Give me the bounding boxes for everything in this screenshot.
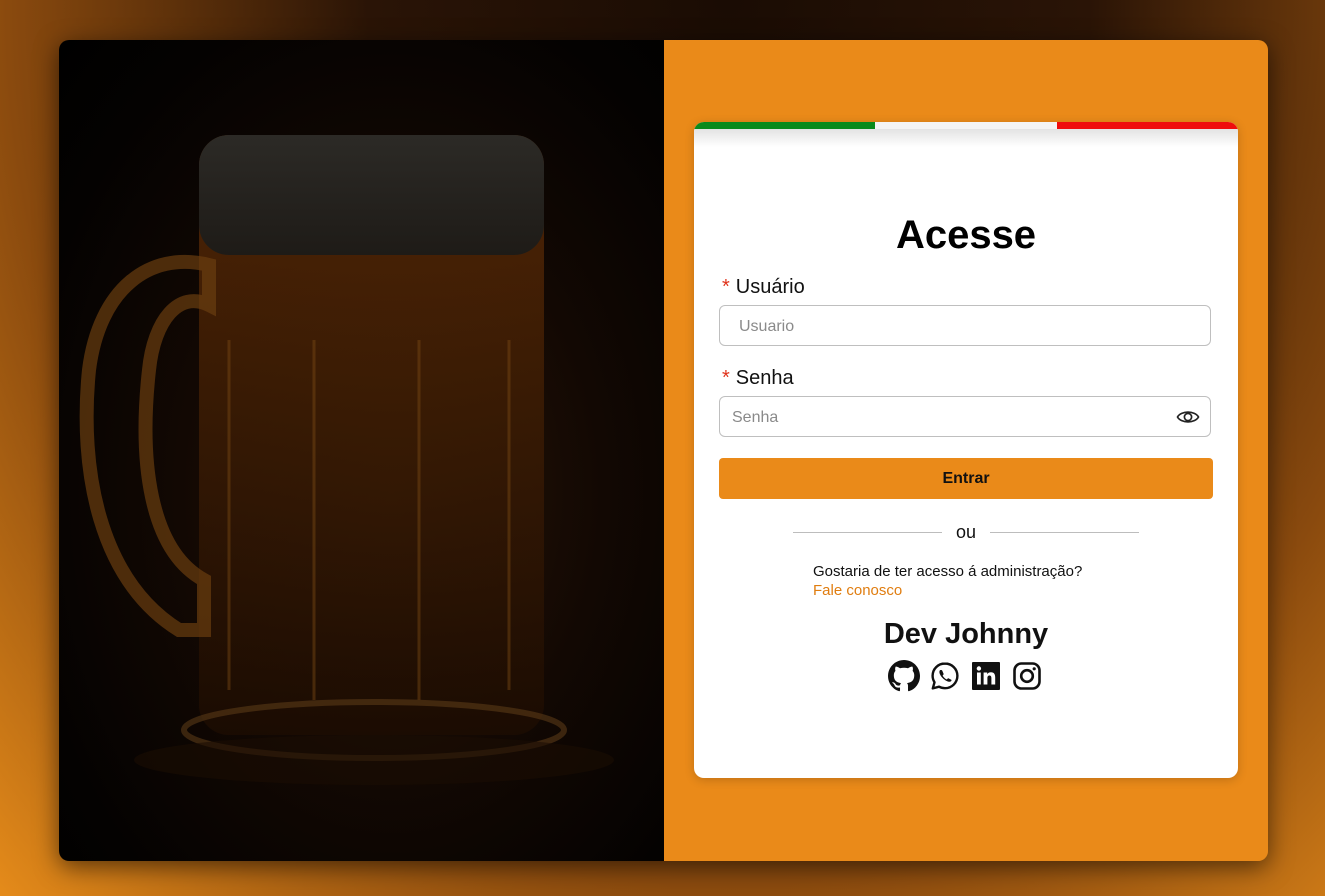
github-icon[interactable] — [888, 660, 920, 692]
login-frame: Acesse *Usuário *Senha Entrar — [59, 40, 1268, 861]
required-marker: * — [722, 367, 730, 389]
developer-name: Dev Johnny — [883, 618, 1049, 650]
password-field[interactable] — [719, 396, 1211, 438]
beer-mug-image — [59, 40, 664, 861]
login-panel: Acesse *Usuário *Senha Entrar — [664, 40, 1268, 861]
username-field[interactable] — [719, 305, 1211, 347]
social-links — [888, 660, 1043, 692]
admin-question: Gostaria de ter acesso á administração? — [813, 563, 1083, 580]
divider-text: ou — [955, 521, 977, 542]
username-input[interactable] — [720, 306, 1161, 347]
whatsapp-icon[interactable] — [929, 660, 961, 692]
flag-shadow — [694, 129, 1238, 147]
or-divider: ou — [793, 522, 1139, 542]
password-input[interactable] — [720, 397, 1154, 438]
login-button[interactable]: Entrar — [719, 458, 1213, 499]
username-label: * Usuário — [722, 276, 805, 299]
page-title: Acesse — [895, 213, 1037, 257]
linkedin-icon[interactable] — [970, 660, 1002, 692]
username-label-text: Usuário — [735, 276, 805, 298]
flag-white-stripe — [875, 122, 1057, 129]
contact-link[interactable]: Fale conosco — [813, 582, 902, 599]
required-marker: * — [722, 276, 730, 298]
flag-green-stripe — [694, 122, 876, 129]
divider-line-right — [990, 531, 1139, 533]
password-label-text: Senha — [735, 367, 794, 389]
instagram-icon[interactable] — [1011, 660, 1043, 692]
divider-line-left — [793, 531, 942, 533]
login-card: Acesse *Usuário *Senha Entrar — [694, 122, 1238, 778]
eye-icon[interactable] — [1176, 406, 1200, 428]
flag-red-stripe — [1056, 122, 1238, 129]
password-label: * Senha — [722, 367, 794, 390]
flag-stripe — [694, 122, 1238, 129]
